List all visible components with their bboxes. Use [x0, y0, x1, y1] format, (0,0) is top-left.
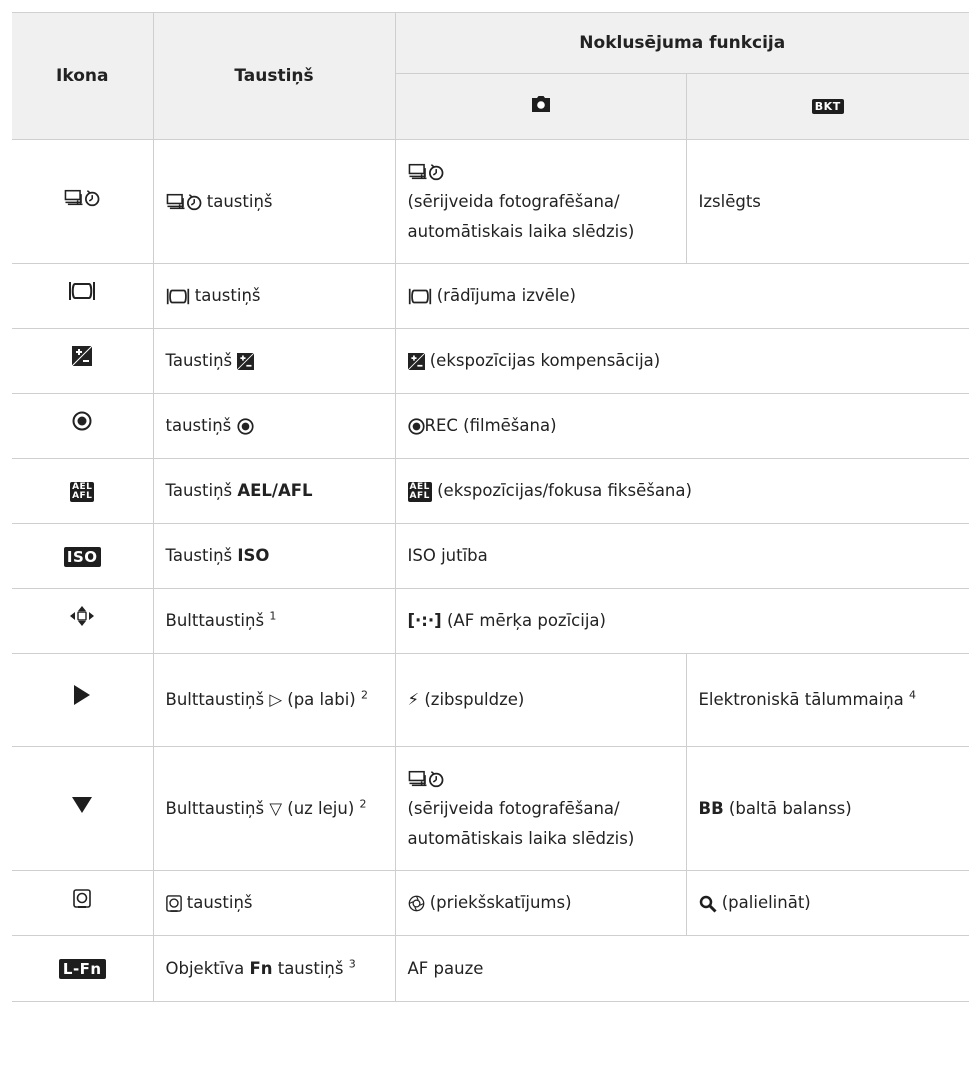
table-row: AEL AFL Taustiņš AEL/AFL AEL AFL (ekspozīc…	[12, 458, 969, 524]
function-table-container: Ikona Taustiņš Noklusējuma funkcija BKT …	[12, 12, 969, 1002]
row-icon-cell: AEL AFL	[12, 458, 153, 524]
row-button-cell: Taustiņš AEL/AFL	[152, 458, 395, 524]
af-target-icon: [·:·]	[407, 611, 442, 630]
row-photo-cell: (rādījuma izvēle)	[394, 263, 969, 329]
row-icon-cell	[12, 870, 153, 936]
record-icon	[236, 418, 254, 435]
row-button-cell: Bulttaustiņš 1	[152, 588, 395, 654]
row-photo-cell: AF pauze	[394, 935, 969, 1002]
row-photo-cell: (sērijveida fotografēšana/ automātiskais…	[394, 139, 686, 264]
down-triangle-icon	[72, 796, 93, 813]
table-row: ISO Taustiņš ISO ISO jutība	[12, 523, 969, 589]
row-button-cell: taustiņš	[152, 870, 395, 936]
table-row: Bulttaustiņš ▽ (uz leju) 2 (sērijveida f…	[12, 746, 969, 871]
preview-button-icon	[73, 889, 92, 908]
exposure-compensation-icon	[237, 353, 255, 370]
row-button-cell: taustiņš	[152, 393, 395, 459]
table-row: taustiņš REC (filmēšana)	[12, 393, 969, 459]
row-photo-cell: (sērijveida fotografēšana/ automātiskais…	[394, 746, 686, 871]
drive-selftimer-icon	[166, 193, 201, 211]
row-icon-cell	[12, 393, 153, 459]
table-row: Bulttaustiņš ▷ (pa labi) 2 ⚡ (zibspuldze…	[12, 653, 969, 747]
row-icon-cell	[12, 328, 153, 394]
row-button-cell: Taustiņš ISO	[152, 523, 395, 589]
row-icon-cell: ISO	[12, 523, 153, 589]
row-icon-cell	[12, 263, 153, 329]
row-button-cell: Bulttaustiņš ▷ (pa labi) 2	[152, 653, 395, 747]
ael-afl-icon: AEL AFL	[407, 481, 432, 502]
row-bkt-cell: BB (baltā balanss)	[685, 746, 969, 871]
info-display-icon	[408, 287, 431, 306]
row-icon-cell	[12, 653, 153, 747]
row-bkt-cell: Elektroniskā tālummaiņa 4	[685, 653, 969, 747]
table-row: taustiņš (rādījuma izvēle)	[12, 263, 969, 329]
row-button-cell: Objektīva Fn taustiņš 3	[152, 935, 395, 1002]
row-photo-cell: AEL AFL (ekspozīcijas/fokusa fiksēšana)	[394, 458, 969, 524]
row-photo-cell: ISO jutība	[394, 523, 969, 589]
row-icon-cell	[12, 746, 153, 871]
camera-icon	[531, 95, 550, 112]
exposure-compensation-icon	[71, 345, 94, 367]
aperture-preview-icon	[408, 895, 424, 912]
row-photo-cell: ⚡ (zibspuldze)	[394, 653, 686, 747]
row-button-cell: Bulttaustiņš ▽ (uz leju) 2	[152, 746, 395, 871]
info-display-icon	[69, 281, 96, 301]
play-right-icon	[74, 685, 91, 705]
flash-icon: ⚡	[407, 690, 420, 709]
header-default-function: Noklusējuma funkcija	[394, 12, 969, 74]
record-icon	[72, 411, 92, 431]
drive-selftimer-icon	[64, 189, 100, 206]
button-function-table: Ikona Taustiņš Noklusējuma funkcija BKT …	[12, 12, 969, 1002]
record-icon	[407, 418, 425, 435]
drive-selftimer-icon	[408, 163, 443, 181]
arrow-pad-icon	[70, 606, 95, 626]
header-button: Taustiņš	[152, 12, 395, 140]
row-bkt-cell: (palielināt)	[685, 870, 969, 936]
row-photo-cell: (priekšskatījums)	[394, 870, 686, 936]
header-photo	[394, 73, 686, 140]
table-row: L-Fn Objektīva Fn taustiņš 3 AF pauze	[12, 935, 969, 1002]
row-button-cell: taustiņš	[152, 263, 395, 329]
row-photo-cell: [·:·] (AF mērķa pozīcija)	[394, 588, 969, 654]
row-photo-cell: (ekspozīcijas kompensācija)	[394, 328, 969, 394]
info-display-icon	[166, 287, 189, 306]
row-bkt-cell: Izslēgts	[685, 139, 969, 264]
drive-selftimer-icon	[408, 770, 443, 788]
table-row: Taustiņš (ekspozīcijas kompensācija)	[12, 328, 969, 394]
header-bkt: BKT	[685, 73, 969, 140]
iso-icon: ISO	[63, 546, 101, 567]
table-row: Bulttaustiņš 1 [·:·] (AF mērķa pozīcija)	[12, 588, 969, 654]
preview-button-icon	[165, 895, 182, 912]
row-icon-cell: L-Fn	[12, 935, 153, 1002]
magnify-icon	[699, 895, 717, 913]
row-button-cell: Taustiņš	[152, 328, 395, 394]
row-icon-cell	[12, 588, 153, 654]
exposure-compensation-icon	[407, 353, 425, 370]
header-icon: Ikona	[12, 12, 153, 140]
table-row: taustiņš (priekšskatījums) (palielināt)	[12, 870, 969, 936]
row-photo-cell: REC (filmēšana)	[394, 393, 969, 459]
ael-afl-icon: AEL AFL	[70, 481, 95, 502]
lens-fn-icon: L-Fn	[58, 959, 106, 979]
row-button-cell: taustiņš	[152, 139, 395, 264]
bkt-badge-icon: BKT	[811, 99, 844, 114]
row-icon-cell	[12, 139, 153, 264]
table-row: taustiņš (sērijveida fotografēšana/ auto…	[12, 139, 969, 264]
